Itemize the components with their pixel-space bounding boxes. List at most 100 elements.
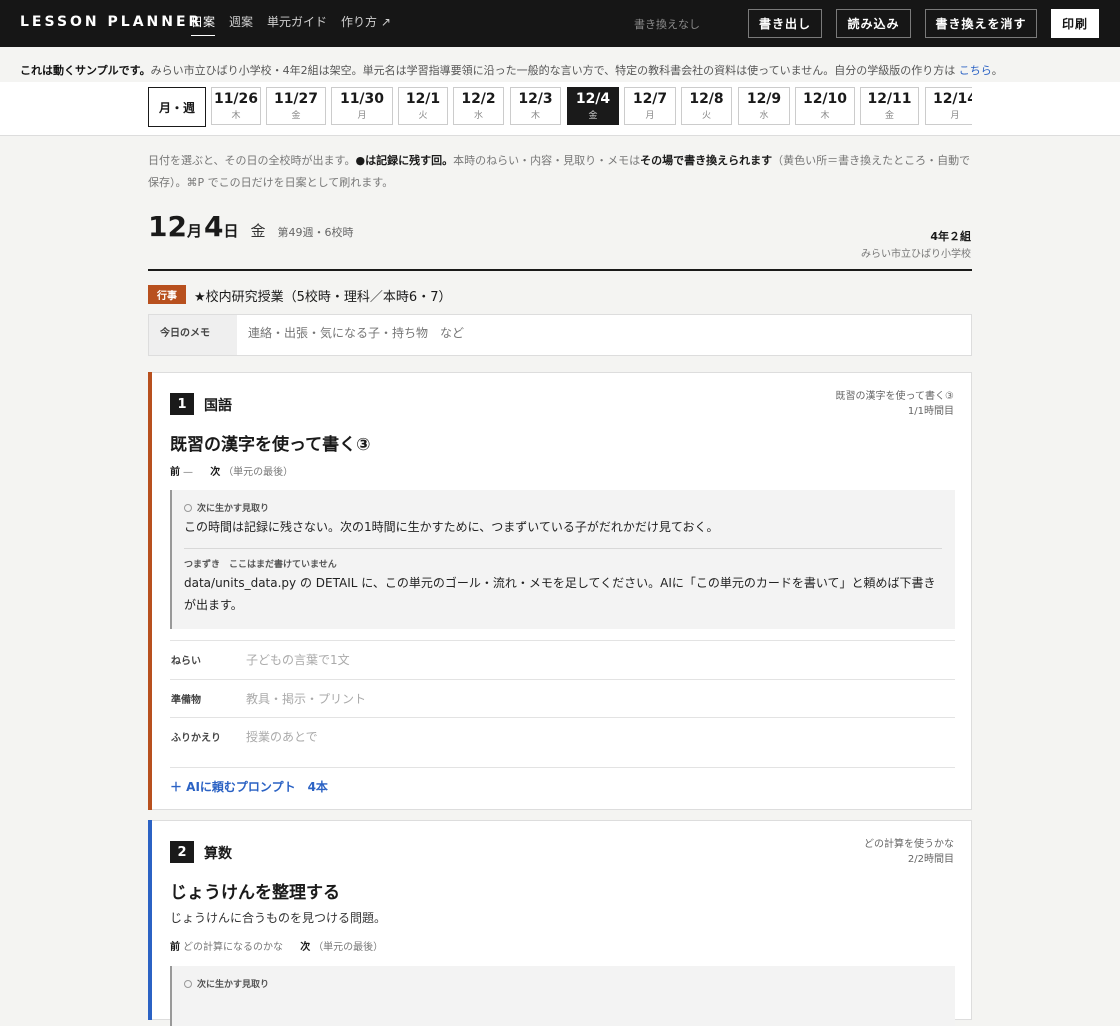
date-12-4[interactable]: 12/4 金 <box>567 87 619 125</box>
date-label: 12/1 <box>405 91 441 107</box>
next-lesson: （単元の最後） <box>223 467 294 478</box>
date-label: 12/10 <box>802 91 848 107</box>
memo-input[interactable] <box>248 326 948 340</box>
title-day-unit: 日 <box>223 222 239 240</box>
hour-count: 1/1時間目 <box>907 406 954 417</box>
notice-end: 。 <box>991 64 1003 77</box>
event-tag: 行事 <box>148 285 186 304</box>
subject-name: 算数 <box>204 846 232 862</box>
observation-label: 次に生かす見取り <box>184 501 269 514</box>
observation-label: 次に生かす見取り <box>184 977 269 990</box>
date-label: 12/3 <box>518 91 553 107</box>
top-bar: LESSON PLANNER 日案 週案 単元ガイド 作り方 ↗ 書き換えなし … <box>0 0 1120 47</box>
school-name: みらい市立ひばり小学校 <box>861 249 971 260</box>
field-label: ふりかえり <box>171 733 221 744</box>
clear-edits-button[interactable]: 書き換えを消す <box>925 9 1037 38</box>
observation-box: 次に生かす見取り この時間は記録に残さない。次の1時間に生かすために、つまずいて… <box>170 490 955 629</box>
week-period-meta: 第49週・6校時 <box>277 226 354 239</box>
main-nav: 日案 週案 単元ガイド 作り方 ↗ <box>191 13 405 36</box>
prev-label: 前 <box>170 942 180 953</box>
date-12-3[interactable]: 12/3 木 <box>510 87 561 125</box>
field-placeholder: 子どもの言葉で1文 <box>246 653 350 667</box>
title-weekday: 金 <box>250 222 266 240</box>
title-divider <box>148 269 972 271</box>
date-12-2[interactable]: 12/2 水 <box>453 87 504 125</box>
circle-icon <box>184 980 192 988</box>
subject-color-bar <box>148 372 152 810</box>
field-label: 準備物 <box>171 695 201 706</box>
date-label: 12/8 <box>689 91 724 107</box>
unit-info: どの計算を使うかな 2/2時間目 <box>864 837 954 867</box>
weekday-label: 月 <box>357 111 367 121</box>
field-aim[interactable]: ねらい 子どもの言葉で1文 <box>170 640 955 679</box>
lesson-title[interactable]: 既習の漢字を使って書く③ <box>170 430 371 455</box>
print-button[interactable]: 印刷 <box>1051 9 1099 38</box>
date-12-8[interactable]: 12/8 火 <box>681 87 732 125</box>
date-11-26[interactable]: 11/26 木 <box>211 87 261 125</box>
notice-text: みらい市立ひばり小学校・4年2組は架空。単元名は学習指導要領に沿った一般的な言い… <box>150 64 956 77</box>
prev-next: 前 — 次（単元の最後） <box>170 463 293 478</box>
lesson-title[interactable]: じょうけんを整理する <box>170 878 340 903</box>
prev-label: 前 <box>170 467 180 478</box>
date-list: 11/26 木 11/27 金 11/30 月 12/1 火 12/2 水 12/3 木 1… <box>211 87 972 127</box>
date-12-1[interactable]: 12/1 火 <box>398 87 448 125</box>
unit-name: 既習の漢字を使って書く③ <box>835 391 954 402</box>
notice-link[interactable]: こちら <box>959 64 992 77</box>
divider <box>184 548 942 549</box>
field-label: ねらい <box>171 656 201 667</box>
observation-label-text: 次に生かす見取り <box>197 504 270 514</box>
weekday-label: 金 <box>884 111 894 121</box>
weekday-label: 火 <box>701 111 711 121</box>
nav-unit-guide[interactable]: 単元ガイド <box>267 13 327 36</box>
date-label: 11/27 <box>273 91 319 107</box>
weekday-label: 水 <box>473 111 483 121</box>
unit-info: 既習の漢字を使って書く③ 1/1時間目 <box>836 389 954 419</box>
prev-lesson: どの計算になるのかな <box>183 942 283 953</box>
next-lesson: （単元の最後） <box>313 942 384 953</box>
period-number: 1 <box>170 393 194 415</box>
nav-daily-plan[interactable]: 日案 <box>191 13 216 36</box>
circle-icon <box>184 504 192 512</box>
subject-color-bar <box>148 820 152 1020</box>
period-number: 2 <box>170 841 194 863</box>
stumble-label: つまずき ここはまだ書けていません <box>184 560 337 570</box>
export-button[interactable]: 書き出し <box>748 9 822 38</box>
observation-label-text: 次に生かす見取り <box>197 980 270 990</box>
date-12-9[interactable]: 12/9 水 <box>738 87 790 125</box>
app-brand: LESSON PLANNER <box>20 14 203 30</box>
ai-prompts-toggle[interactable]: ＋ AIに頼むプロンプト 4本 <box>170 778 328 795</box>
date-12-11[interactable]: 12/11 金 <box>860 87 919 125</box>
helper-part: 日付を選ぶと、その日の全校時が出ます。 <box>148 154 356 167</box>
field-materials[interactable]: 準備物 教具・掲示・プリント <box>170 679 955 718</box>
title-month-unit: 月 <box>186 222 202 240</box>
nav-how-to[interactable]: 作り方 ↗ <box>341 13 391 36</box>
month-week-button[interactable]: 月・週 <box>148 87 206 127</box>
page-title: 12 月 4 日 金 第49週・6校時 <box>148 210 354 243</box>
weekday-label: 水 <box>759 111 769 121</box>
weekday-label: 火 <box>418 111 428 121</box>
helper-part: 本時のねらい・内容・見取り・メモは <box>453 154 641 167</box>
field-reflection[interactable]: ふりかえり 授業のあとで <box>170 717 955 756</box>
nav-weekly-plan[interactable]: 週案 <box>229 13 253 36</box>
date-12-14[interactable]: 12/14 月 <box>925 87 972 125</box>
field-placeholder: 授業のあとで <box>246 730 318 744</box>
date-label: 12/7 <box>632 91 668 107</box>
stumble-text[interactable]: data/units_data.py の DETAIL に、この単元のゴール・流… <box>184 572 946 616</box>
weekday-label: 金 <box>291 111 301 121</box>
title-month: 12 <box>148 210 187 243</box>
save-status: 書き換えなし <box>634 18 700 31</box>
sample-notice: これは動くサンプルです。みらい市立ひばり小学校・4年2組は架空。単元名は学習指導… <box>20 62 1003 78</box>
date-label: 12/2 <box>461 91 496 107</box>
date-12-10[interactable]: 12/10 木 <box>795 87 855 125</box>
date-11-27[interactable]: 11/27 金 <box>266 87 326 125</box>
date-12-7[interactable]: 12/7 月 <box>624 87 676 125</box>
observation-text[interactable]: この時間は記録に残さない。次の1時間に生かすために、つまずいている子がだれかだけ… <box>184 516 719 538</box>
weekday-label: 木 <box>820 111 830 121</box>
date-11-30[interactable]: 11/30 月 <box>331 87 393 125</box>
import-button[interactable]: 読み込み <box>836 9 911 38</box>
weekday-label: 月 <box>950 111 960 121</box>
lesson-description[interactable]: じょうけんに合うものを見つける問題。 <box>170 909 386 926</box>
date-label: 11/26 <box>213 91 259 107</box>
title-day: 4 <box>203 210 224 243</box>
weekday-label: 月 <box>645 111 655 121</box>
